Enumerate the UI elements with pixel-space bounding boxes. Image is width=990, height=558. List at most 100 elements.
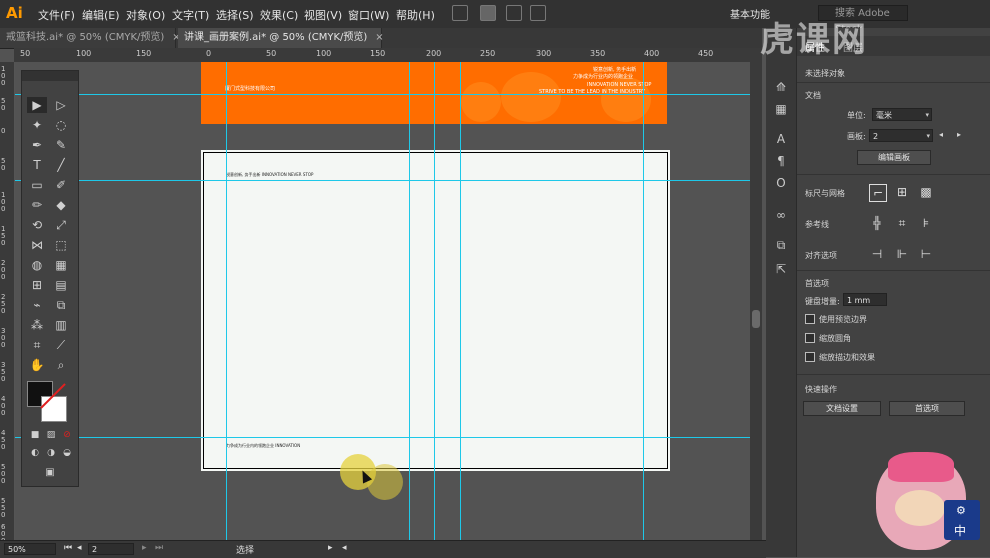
menu-effect[interactable]: 效果(C) — [260, 7, 298, 23]
stroke-color-swatch[interactable] — [41, 396, 67, 422]
selection-tool-icon[interactable]: ▶ — [27, 97, 47, 113]
draw-inside-icon[interactable]: ◒ — [57, 445, 77, 461]
rotate-tool-icon[interactable]: ⟲ — [27, 217, 47, 233]
type-tool-icon[interactable]: T — [27, 157, 47, 173]
width-tool-icon[interactable]: ⋈ — [27, 237, 47, 253]
gradient-tool-icon[interactable]: ▤ — [51, 277, 71, 293]
smart-guides-icon[interactable]: ⊧ — [918, 215, 934, 231]
swatches-icon[interactable]: ▦ — [773, 102, 789, 116]
direct-selection-tool-icon[interactable]: ▷ — [51, 97, 71, 113]
curvature-tool-icon[interactable]: ✎ — [51, 137, 71, 153]
tools-panel-header[interactable] — [22, 71, 78, 81]
menu-type[interactable]: 文字(T) — [172, 7, 209, 23]
ime-language-icon[interactable]: 中 — [954, 522, 966, 539]
snap-pixel-icon[interactable]: ⊩ — [894, 246, 910, 262]
eraser-tool-icon[interactable]: ◆ — [51, 197, 71, 213]
ruler-vertical[interactable]: 100 50 0 50 100 150 200 250 300 350 400 … — [0, 62, 15, 540]
keyboard-increment-input[interactable]: 1 mm — [843, 293, 887, 306]
status-menu-icon[interactable]: ▸ — [328, 543, 333, 553]
export-icon[interactable]: ⇱ — [773, 262, 789, 276]
artboard-dropdown[interactable]: 2 ▾ — [869, 129, 933, 142]
symbol-sprayer-tool-icon[interactable]: ⁂ — [27, 317, 47, 333]
screen-mode-icon[interactable]: ▣ — [40, 465, 60, 481]
next-artboard-icon[interactable]: ▸ — [142, 543, 147, 553]
column-graph-tool-icon[interactable]: ▥ — [51, 317, 71, 333]
prev-artboard-icon[interactable]: ◂ — [77, 543, 82, 553]
prev-artboard-icon[interactable]: ◂ — [939, 130, 943, 139]
shape-builder-tool-icon[interactable]: ◍ — [27, 257, 47, 273]
snap-glyph-icon[interactable]: ⊢ — [918, 246, 934, 262]
menu-file[interactable]: 文件(F) — [38, 7, 75, 23]
live-paint-tool-icon[interactable]: ▦ — [51, 257, 71, 273]
gear-icon[interactable]: ⚙ — [956, 504, 966, 517]
guide-vertical[interactable] — [434, 62, 435, 540]
perspective-grid-tool-icon[interactable]: ⊞ — [27, 277, 47, 293]
document-setup-button[interactable]: 文档设置 — [803, 401, 881, 416]
grid-toggle-icon[interactable]: ⊞ — [894, 184, 910, 200]
opentype-icon[interactable]: O — [773, 176, 789, 190]
color-guide-icon[interactable]: ⟰ — [773, 80, 789, 94]
preferences-button[interactable]: 首选项 — [889, 401, 965, 416]
guide-horizontal[interactable] — [15, 180, 750, 181]
checkbox-scale-strokes[interactable] — [805, 352, 815, 362]
grid-icon[interactable] — [506, 5, 522, 21]
scrollbar-thumb[interactable] — [752, 310, 760, 328]
artboards-icon[interactable]: ⧉ — [773, 238, 789, 252]
next-artboard-icon[interactable]: ▸ — [957, 130, 961, 139]
guide-horizontal[interactable] — [15, 437, 750, 438]
rectangle-tool-icon[interactable]: ▭ — [27, 177, 47, 193]
slice-tool-icon[interactable]: ⟋ — [51, 337, 71, 353]
paragraph-icon[interactable]: ¶ — [773, 154, 789, 168]
zoom-tool-icon[interactable]: ⌕ — [51, 357, 71, 373]
stock-icon[interactable] — [480, 5, 496, 21]
guide-vertical[interactable] — [226, 62, 227, 540]
menu-window[interactable]: 窗口(W) — [348, 7, 389, 23]
snap-point-icon[interactable]: ⊣ — [869, 246, 885, 262]
menu-view[interactable]: 视图(V) — [304, 7, 342, 23]
zoom-level-dropdown[interactable]: 50% — [4, 543, 56, 555]
edit-artboards-button[interactable]: 编辑画板 — [857, 150, 931, 165]
tab-document-2[interactable]: 讲课_画册案例.ai* @ 50% (CMYK/预览) × — [178, 28, 384, 48]
artboard-tool-icon[interactable]: ⌗ — [27, 337, 47, 353]
scale-tool-icon[interactable]: ⤢ — [51, 217, 71, 233]
tab-document-1[interactable]: 戒篮科技.ai* @ 50% (CMYK/预览) × — [0, 28, 181, 48]
menu-select[interactable]: 选择(S) — [216, 7, 254, 23]
show-guides-icon[interactable]: ╬ — [869, 215, 885, 231]
artboard-canvas[interactable]: 厦门式型科技有限公司 锐意创新, 务手出新 力争成为行业内的领跑企业 INNOV… — [15, 62, 750, 540]
hand-tool-icon[interactable]: ✋ — [27, 357, 47, 373]
free-transform-tool-icon[interactable]: ⬚ — [51, 237, 71, 253]
menu-object[interactable]: 对象(O) — [126, 7, 165, 23]
magic-wand-tool-icon[interactable]: ✦ — [27, 117, 47, 133]
pen-tool-icon[interactable]: ✒ — [27, 137, 47, 153]
guide-vertical[interactable] — [409, 62, 410, 540]
ruler-horizontal[interactable]: 50 100 150 0 50 100 150 200 250 300 350 … — [14, 48, 750, 63]
first-artboard-icon[interactable]: ⏮ — [64, 543, 72, 553]
paintbrush-tool-icon[interactable]: ✐ — [51, 177, 71, 193]
guide-vertical[interactable] — [460, 62, 461, 540]
bridge-icon[interactable] — [452, 5, 468, 21]
checkbox-preview-bounds[interactable] — [805, 314, 815, 324]
lasso-tool-icon[interactable]: ◌ — [51, 117, 71, 133]
last-artboard-icon[interactable]: ⏭ — [155, 543, 163, 553]
blend-tool-icon[interactable]: ⧉ — [51, 297, 71, 313]
menu-edit[interactable]: 编辑(E) — [82, 7, 120, 23]
eyedropper-tool-icon[interactable]: ⌁ — [27, 297, 47, 313]
guide-horizontal[interactable] — [15, 94, 750, 95]
checkbox-scale-corners[interactable] — [805, 333, 815, 343]
guide-vertical[interactable] — [643, 62, 644, 540]
units-dropdown[interactable]: 毫米 ▾ — [872, 108, 932, 121]
links-icon[interactable]: ∞ — [773, 208, 789, 222]
artboard-number-field[interactable]: 2 — [88, 543, 134, 555]
close-icon[interactable]: × — [375, 32, 383, 43]
line-tool-icon[interactable]: ╱ — [51, 157, 71, 173]
menu-help[interactable]: 帮助(H) — [396, 7, 435, 23]
none-mode-icon[interactable]: ⊘ — [57, 427, 77, 443]
arrange-icon[interactable] — [530, 5, 546, 21]
lock-guides-icon[interactable]: ⌗ — [894, 215, 910, 231]
shaper-tool-icon[interactable]: ✏ — [27, 197, 47, 213]
character-icon[interactable]: A — [773, 132, 789, 146]
artboard-page[interactable]: 锐意创新, 务手出新 INNOVATION NEVER STOP 力争成为行业内… — [201, 150, 670, 471]
canvas-scrollbar-vertical[interactable] — [750, 48, 762, 540]
scroll-left-icon[interactable]: ◂ — [342, 543, 347, 553]
ruler-toggle-icon[interactable]: ⌐ — [869, 184, 887, 202]
